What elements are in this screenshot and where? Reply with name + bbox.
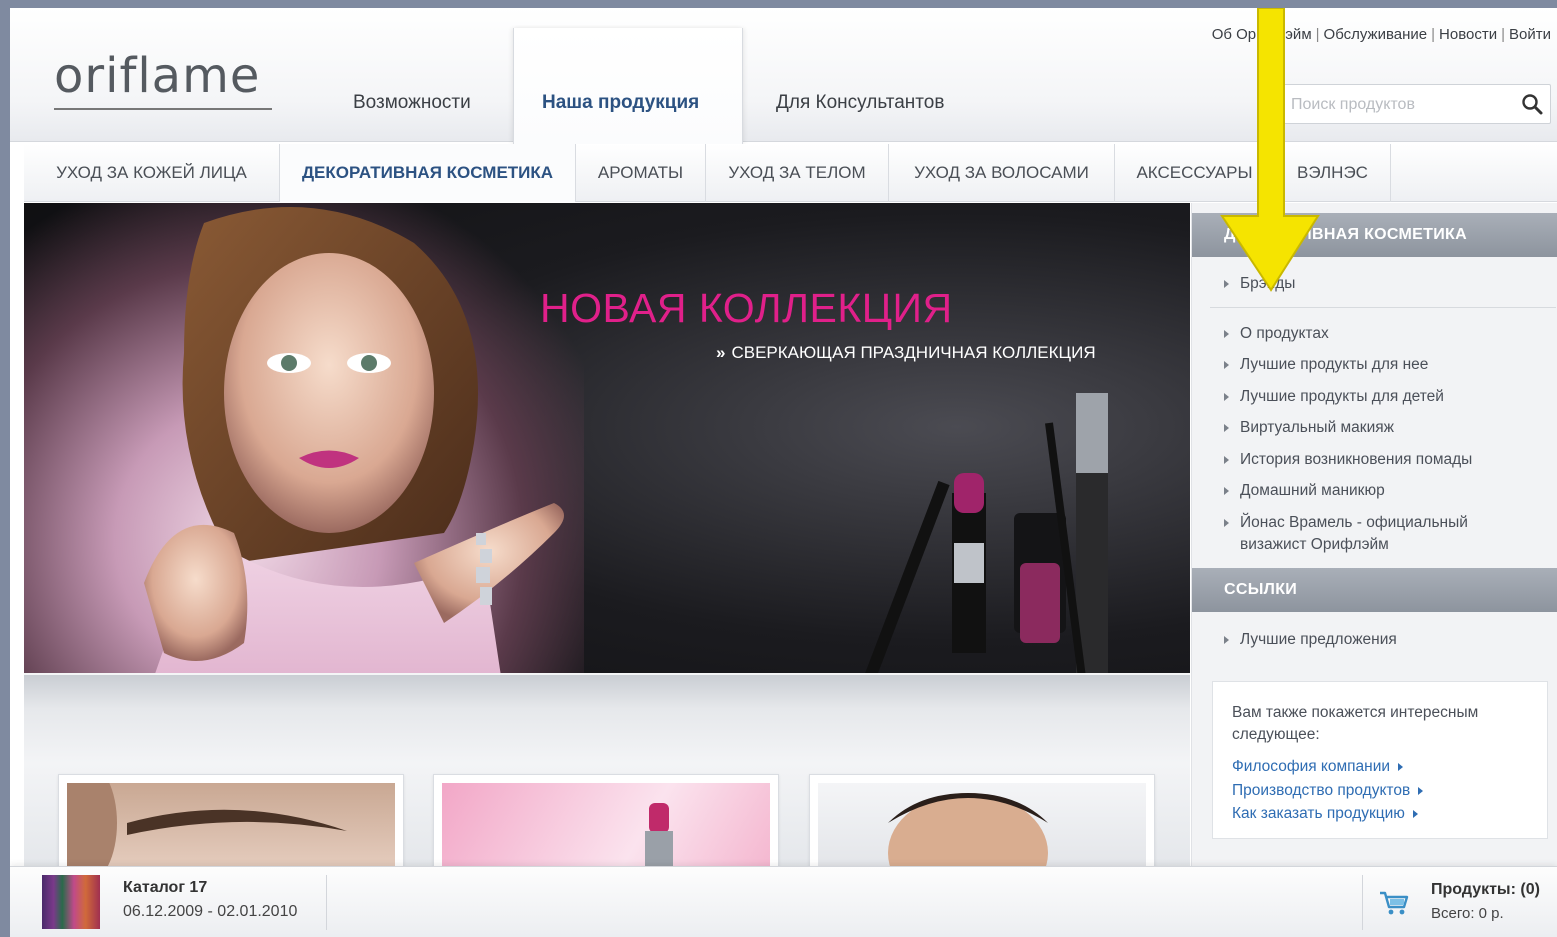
hero-title: НОВАЯ КОЛЛЕКЦИЯ bbox=[540, 285, 953, 331]
sidebar-item-about-products[interactable]: О продуктах bbox=[1224, 323, 1329, 345]
sidebar-item-label: Йонас Врамель - официальный визажист Ори… bbox=[1240, 514, 1468, 553]
arrow-right-icon bbox=[1418, 786, 1424, 795]
link-label: Как заказать продукцию bbox=[1232, 805, 1405, 822]
hero-subtitle[interactable]: » СВЕРКАЮЩАЯ ПРАЗДНИЧНАЯ КОЛЛЕКЦИЯ bbox=[716, 343, 1096, 363]
category-skin-care[interactable]: УХОД ЗА КОЖЕЙ ЛИЦА bbox=[24, 144, 280, 202]
search-icon[interactable] bbox=[1520, 92, 1544, 116]
cart-icon[interactable] bbox=[1378, 889, 1410, 917]
sidebar-item-label: История возникновения помады bbox=[1240, 451, 1473, 468]
triangle-bullet-icon bbox=[1224, 393, 1229, 401]
link-product-manufacturing[interactable]: Производство продуктов bbox=[1232, 782, 1424, 800]
link-label: Философия компании bbox=[1232, 758, 1391, 775]
category-hair-care[interactable]: УХОД ЗА ВОЛОСАМИ bbox=[889, 144, 1115, 202]
sidebar-item-label: Виртуальный макияж bbox=[1240, 419, 1395, 436]
promo-thumb-image bbox=[818, 783, 1146, 875]
promo-thumb-image bbox=[442, 783, 770, 875]
sidebar-item-best-for-kids[interactable]: Лучшие продукты для детей bbox=[1224, 386, 1444, 408]
catalog-cover-image[interactable] bbox=[42, 875, 100, 929]
sidebar-item-label: Лучшие предложения bbox=[1240, 631, 1397, 648]
footer-bar: Каталог 17 06.12.2009 - 02.01.2010 Проду… bbox=[10, 866, 1557, 937]
sidebar-item-lipstick-history[interactable]: История возникновения помады bbox=[1224, 449, 1472, 471]
sidebar: ДЕКОРАТИВНАЯ КОСМЕТИКА Брэнды О продукта… bbox=[1191, 203, 1557, 875]
logo-underline bbox=[54, 108, 272, 110]
util-link-login[interactable]: Войти bbox=[1509, 26, 1551, 43]
tab-our-products[interactable]: Наша продукция bbox=[542, 92, 699, 128]
catalog-title[interactable]: Каталог 17 bbox=[123, 879, 207, 897]
sidebar-item-virtual-makeup[interactable]: Виртуальный макияж bbox=[1224, 417, 1394, 439]
util-link-service[interactable]: Обслуживание bbox=[1324, 26, 1428, 43]
category-decorative-cosmetics[interactable]: ДЕКОРАТИВНАЯ КОСМЕТИКА bbox=[280, 144, 576, 202]
arrow-right-icon bbox=[1398, 762, 1404, 771]
interesting-text: Вам также покажется интересным следующее… bbox=[1232, 704, 1479, 743]
triangle-bullet-icon bbox=[1224, 361, 1229, 369]
tab-for-consultants[interactable]: Для Консультантов bbox=[776, 92, 944, 128]
sidebar-item-label: Домашний маникюр bbox=[1240, 482, 1385, 499]
double-chevron-icon: » bbox=[716, 343, 726, 362]
hero-subtitle-text: СВЕРКАЮЩАЯ ПРАЗДНИЧНАЯ КОЛЛЕКЦИЯ bbox=[731, 343, 1096, 362]
annotation-arrow-icon bbox=[1220, 8, 1320, 292]
cart-total: Всего: 0 р. bbox=[1431, 905, 1504, 922]
link-label: Производство продуктов bbox=[1232, 782, 1411, 799]
triangle-bullet-icon bbox=[1224, 636, 1229, 644]
footer-divider bbox=[326, 875, 327, 930]
sidebar-item-best-offers[interactable]: Лучшие предложения bbox=[1224, 629, 1397, 651]
link-company-philosophy[interactable]: Философия компании bbox=[1232, 758, 1404, 776]
lipstick-image bbox=[645, 803, 673, 875]
man-image bbox=[888, 793, 1048, 875]
category-body-care[interactable]: УХОД ЗА ТЕЛОМ bbox=[706, 144, 889, 202]
sidebar-section-title-links: ССЫЛКИ bbox=[1192, 568, 1557, 612]
triangle-bullet-icon bbox=[1224, 424, 1229, 432]
brand-logo[interactable]: oriflame bbox=[54, 48, 260, 104]
hero-floor-line bbox=[24, 673, 1190, 675]
util-link-news[interactable]: Новости bbox=[1439, 26, 1497, 43]
catalog-dates: 06.12.2009 - 02.01.2010 bbox=[123, 903, 298, 920]
sidebar-item-label: Лучшие продукты для нее bbox=[1240, 356, 1429, 373]
link-how-to-order[interactable]: Как заказать продукцию bbox=[1232, 805, 1418, 823]
footer-divider bbox=[1362, 875, 1363, 930]
sidebar-divider bbox=[1210, 307, 1556, 308]
interesting-box: Вам также покажется интересным следующее… bbox=[1212, 681, 1548, 839]
sidebar-item-label: Лучшие продукты для детей bbox=[1240, 388, 1444, 405]
eyebrow-image bbox=[67, 783, 347, 875]
arrow-right-icon bbox=[1412, 809, 1418, 818]
sidebar-item-best-for-her[interactable]: Лучшие продукты для нее bbox=[1224, 354, 1428, 376]
hero-banner[interactable]: НОВАЯ КОЛЛЕКЦИЯ » СВЕРКАЮЩАЯ ПРАЗДНИЧНАЯ … bbox=[24, 203, 1190, 763]
promo-thumb-image bbox=[67, 783, 395, 875]
triangle-bullet-icon bbox=[1224, 487, 1229, 495]
triangle-bullet-icon bbox=[1224, 519, 1229, 527]
page: oriflame Возможности Наша продукция Для … bbox=[10, 8, 1557, 937]
category-fragrances[interactable]: АРОМАТЫ bbox=[576, 144, 706, 202]
cart-products-count[interactable]: Продукты: (0) bbox=[1431, 881, 1540, 899]
triangle-bullet-icon bbox=[1224, 456, 1229, 464]
sidebar-item-label: О продуктах bbox=[1240, 325, 1329, 342]
hero-floor bbox=[24, 673, 1190, 763]
hero-products-image bbox=[854, 393, 1144, 705]
triangle-bullet-icon bbox=[1224, 330, 1229, 338]
sidebar-item-home-manicure[interactable]: Домашний маникюр bbox=[1224, 480, 1385, 502]
tab-opportunities[interactable]: Возможности bbox=[353, 92, 471, 128]
sidebar-item-jonas-vramel[interactable]: Йонас Врамель - официальный визажист Ори… bbox=[1224, 512, 1524, 556]
